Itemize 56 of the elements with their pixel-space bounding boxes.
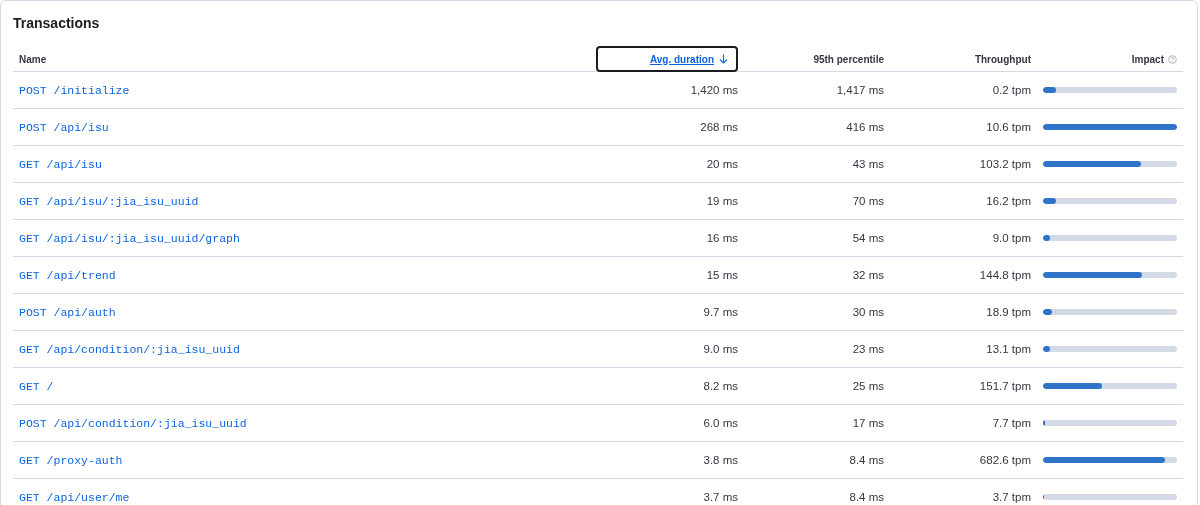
table-cell: 70 ms [852,195,884,207]
transaction-link[interactable]: GET /api/isu [19,157,102,171]
table-cell: 416 ms [846,121,884,133]
transaction-link[interactable]: GET /api/user/me [19,490,130,504]
panel-title: Transactions [13,15,100,31]
transaction-link[interactable]: GET /api/trend [19,268,116,282]
table-cell: 8.2 ms [703,380,738,392]
table-cell: 3.8 ms [703,454,738,466]
table-cell: 10.6 tpm [986,121,1031,133]
table-cell: 54 ms [852,232,884,244]
table-cell: 7.7 tpm [992,417,1031,429]
transaction-link[interactable]: POST /api/isu [19,120,109,134]
transaction-link[interactable]: POST /api/auth [19,305,116,319]
table-cell: 1,420 ms [690,84,738,96]
column-header[interactable]: Name [19,53,47,65]
table-cell: 9.0 tpm [992,232,1031,244]
table-cell: 151.7 tpm [979,380,1031,392]
table-cell: 19 ms [706,195,738,207]
table-cell: 8.4 ms [849,454,884,466]
table-cell: 43 ms [852,158,884,170]
table-cell: 268 ms [700,121,738,133]
column-header[interactable]: 95th percentile [813,53,884,65]
column-header[interactable]: Throughput [974,53,1031,65]
table-cell: 25 ms [852,380,884,392]
table-cell: 15 ms [706,269,738,281]
table-cell: 20 ms [706,158,738,170]
table-cell: 13.1 tpm [986,343,1031,355]
table-cell: 3.7 tpm [992,491,1031,503]
table-cell: 8.4 ms [849,491,884,503]
column-header[interactable]: Impact [1131,53,1164,65]
transaction-link[interactable]: GET /api/isu/:jia_isu_uuid [19,194,199,208]
table-cell: 144.8 tpm [979,269,1031,281]
sort-button[interactable]: Avg. duration [596,46,738,72]
transaction-link[interactable]: POST /api/condition/:jia_isu_uuid [19,416,247,430]
table-cell: 9.0 ms [703,343,738,355]
transaction-link[interactable]: GET / [19,379,54,393]
table-cell: 1,417 ms [836,84,884,96]
table-cell: 23 ms [852,343,884,355]
table-cell: 103.2 tpm [979,158,1031,170]
table-cell: 32 ms [852,269,884,281]
table-cell: 16.2 tpm [986,195,1031,207]
transaction-link[interactable]: GET /api/isu/:jia_isu_uuid/graph [19,231,240,245]
help-icon[interactable] [1168,54,1177,64]
table-cell: 682.6 tpm [979,454,1031,466]
table-cell: 6.0 ms [703,417,738,429]
table-cell: 17 ms [852,417,884,429]
table-cell: 3.7 ms [703,491,738,503]
table-cell: 30 ms [852,306,884,318]
transaction-link[interactable]: GET /proxy-auth [19,453,123,467]
table-cell: 18.9 tpm [986,306,1031,318]
transaction-link[interactable]: GET /api/condition/:jia_isu_uuid [19,342,240,356]
arrow-down-icon [719,54,728,64]
table-cell: 16 ms [706,232,738,244]
table-cell: 9.7 ms [703,306,738,318]
transaction-link[interactable]: POST /initialize [19,83,130,97]
table-cell: 0.2 tpm [992,84,1031,96]
